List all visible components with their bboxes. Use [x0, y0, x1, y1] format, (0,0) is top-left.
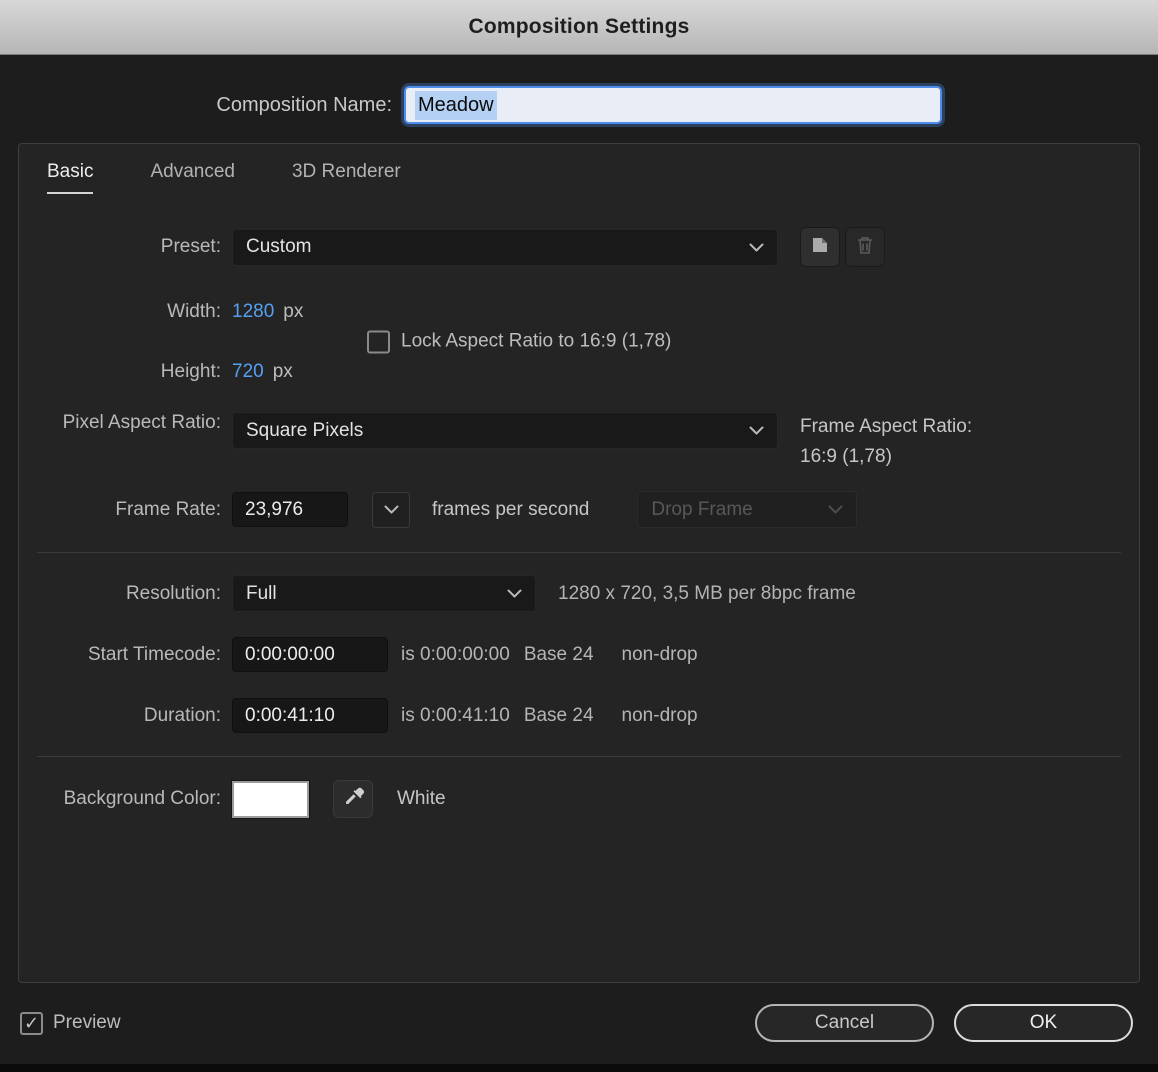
lock-aspect-ratio-checkbox[interactable] [367, 330, 390, 353]
chevron-down-icon [749, 243, 764, 252]
preview-checkbox[interactable]: ✓ [20, 1011, 43, 1035]
frame-rate-label: Frame Rate: [115, 498, 221, 520]
frame-rate-row: Frame Rate: 23,976 frames per second Dro… [19, 491, 1139, 528]
height-value[interactable]: 720 [232, 361, 264, 383]
duration-input[interactable]: 0:00:41:10 [232, 698, 388, 733]
chevron-down-icon [749, 426, 764, 435]
start-timecode-is: is 0:00:00:00 [401, 643, 510, 665]
delete-preset-button[interactable] [845, 227, 885, 267]
preview-label: Preview [53, 1012, 121, 1033]
frame-aspect-ratio-label: Frame Aspect Ratio: [800, 416, 973, 437]
lock-aspect-ratio-control: Lock Aspect Ratio to 16:9 (1,78) [367, 330, 671, 353]
divider [37, 552, 1121, 553]
tab-basic[interactable]: Basic [47, 161, 94, 194]
preset-dropdown[interactable]: Custom [232, 228, 778, 266]
height-label: Height: [160, 360, 221, 382]
frame-rate-value: 23,976 [245, 498, 304, 520]
tab-advanced[interactable]: Advanced [150, 161, 235, 194]
pixel-aspect-ratio-value: Square Pixels [246, 419, 364, 441]
composition-name-label: Composition Name: [216, 93, 392, 116]
duration-is: is 0:00:41:10 [401, 704, 510, 726]
composition-settings-dialog: Composition Settings Composition Name: M… [0, 0, 1158, 1072]
resolution-info: 1280 x 720, 3,5 MB per 8bpc frame [558, 582, 856, 604]
start-timecode-base: Base 24 [523, 643, 594, 665]
resolution-value: Full [246, 582, 277, 604]
drop-frame-dropdown: Drop Frame [637, 491, 858, 528]
tab-3d-renderer[interactable]: 3D Renderer [292, 161, 401, 194]
composition-name-value: Meadow [415, 90, 497, 120]
start-timecode-value: 0:00:00:00 [245, 643, 335, 665]
width-value[interactable]: 1280 [232, 301, 274, 323]
duration-row: Duration: 0:00:41:10 is 0:00:41:10 Base … [19, 697, 1139, 734]
start-timecode-label: Start Timecode: [87, 643, 221, 665]
dialog-footer: ✓ Preview Cancel OK [20, 1004, 1133, 1042]
window-bottom-edge [0, 1064, 1158, 1072]
preview-control: ✓ Preview [20, 1011, 121, 1035]
background-color-name: White [397, 788, 446, 809]
duration-drop: non-drop [621, 704, 698, 726]
frame-aspect-ratio-value: 16:9 (1,78) [800, 446, 892, 467]
start-timecode-drop: non-drop [621, 643, 698, 665]
eyedropper-icon [343, 786, 364, 812]
checkmark-icon: ✓ [23, 1013, 40, 1033]
frame-aspect-ratio: Frame Aspect Ratio: 16:9 (1,78) [800, 412, 972, 472]
background-color-swatch[interactable] [232, 780, 309, 818]
preset-row: Preset: Custom [19, 227, 1139, 267]
preset-label: Preset: [160, 236, 221, 257]
width-row: Width: 1280 px [19, 293, 1139, 330]
resolution-dropdown[interactable]: Full [232, 575, 536, 612]
start-timecode-input[interactable]: 0:00:00:00 [232, 637, 388, 672]
chevron-down-icon [384, 505, 399, 514]
width-unit: px [283, 300, 304, 322]
duration-value: 0:00:41:10 [245, 704, 335, 726]
duration-label: Duration: [143, 704, 221, 726]
pixel-aspect-ratio-dropdown[interactable]: Square Pixels [232, 412, 778, 449]
resolution-label: Resolution: [125, 582, 221, 604]
pixel-aspect-ratio-label: Pixel Aspect Ratio: [62, 412, 221, 433]
eyedropper-button[interactable] [333, 780, 373, 818]
tab-bar: Basic Advanced 3D Renderer [19, 161, 1139, 194]
duration-base: Base 24 [523, 704, 594, 726]
start-timecode-row: Start Timecode: 0:00:00:00 is 0:00:00:00… [19, 636, 1139, 673]
settings-panel: Basic Advanced 3D Renderer Preset: Custo… [18, 143, 1140, 983]
divider [37, 756, 1121, 757]
width-label: Width: [167, 300, 221, 322]
preset-value: Custom [246, 236, 312, 257]
chevron-down-icon [507, 589, 522, 598]
cancel-button[interactable]: Cancel [755, 1004, 934, 1042]
ok-button[interactable]: OK [954, 1004, 1133, 1042]
size-block: Width: 1280 px Height: 720 px Lock Aspec… [19, 293, 1139, 390]
save-preset-button[interactable] [800, 227, 840, 267]
chevron-down-icon [828, 505, 843, 514]
background-color-row: Background Color: White [19, 780, 1139, 818]
height-unit: px [272, 360, 293, 382]
composition-name-input[interactable]: Meadow [404, 86, 942, 124]
dialog-buttons: Cancel OK [755, 1004, 1133, 1042]
dialog-titlebar: Composition Settings [0, 0, 1158, 55]
resolution-row: Resolution: Full 1280 x 720, 3,5 MB per … [19, 575, 1139, 612]
lock-aspect-ratio-label: Lock Aspect Ratio to 16:9 (1,78) [401, 330, 672, 352]
dialog-title: Composition Settings [468, 15, 690, 38]
frame-rate-input[interactable]: 23,976 [232, 492, 348, 527]
trash-icon [856, 235, 874, 260]
save-preset-icon [810, 235, 830, 260]
pixel-aspect-ratio-row: Pixel Aspect Ratio: Square Pixels Frame … [19, 412, 1139, 472]
composition-name-row: Composition Name: Meadow [0, 86, 1158, 124]
frame-rate-suffix: frames per second [432, 498, 590, 520]
frame-rate-preset-button[interactable] [372, 491, 410, 528]
drop-frame-value: Drop Frame [651, 498, 753, 520]
height-row: Height: 720 px [19, 353, 1139, 390]
background-color-label: Background Color: [63, 788, 221, 809]
